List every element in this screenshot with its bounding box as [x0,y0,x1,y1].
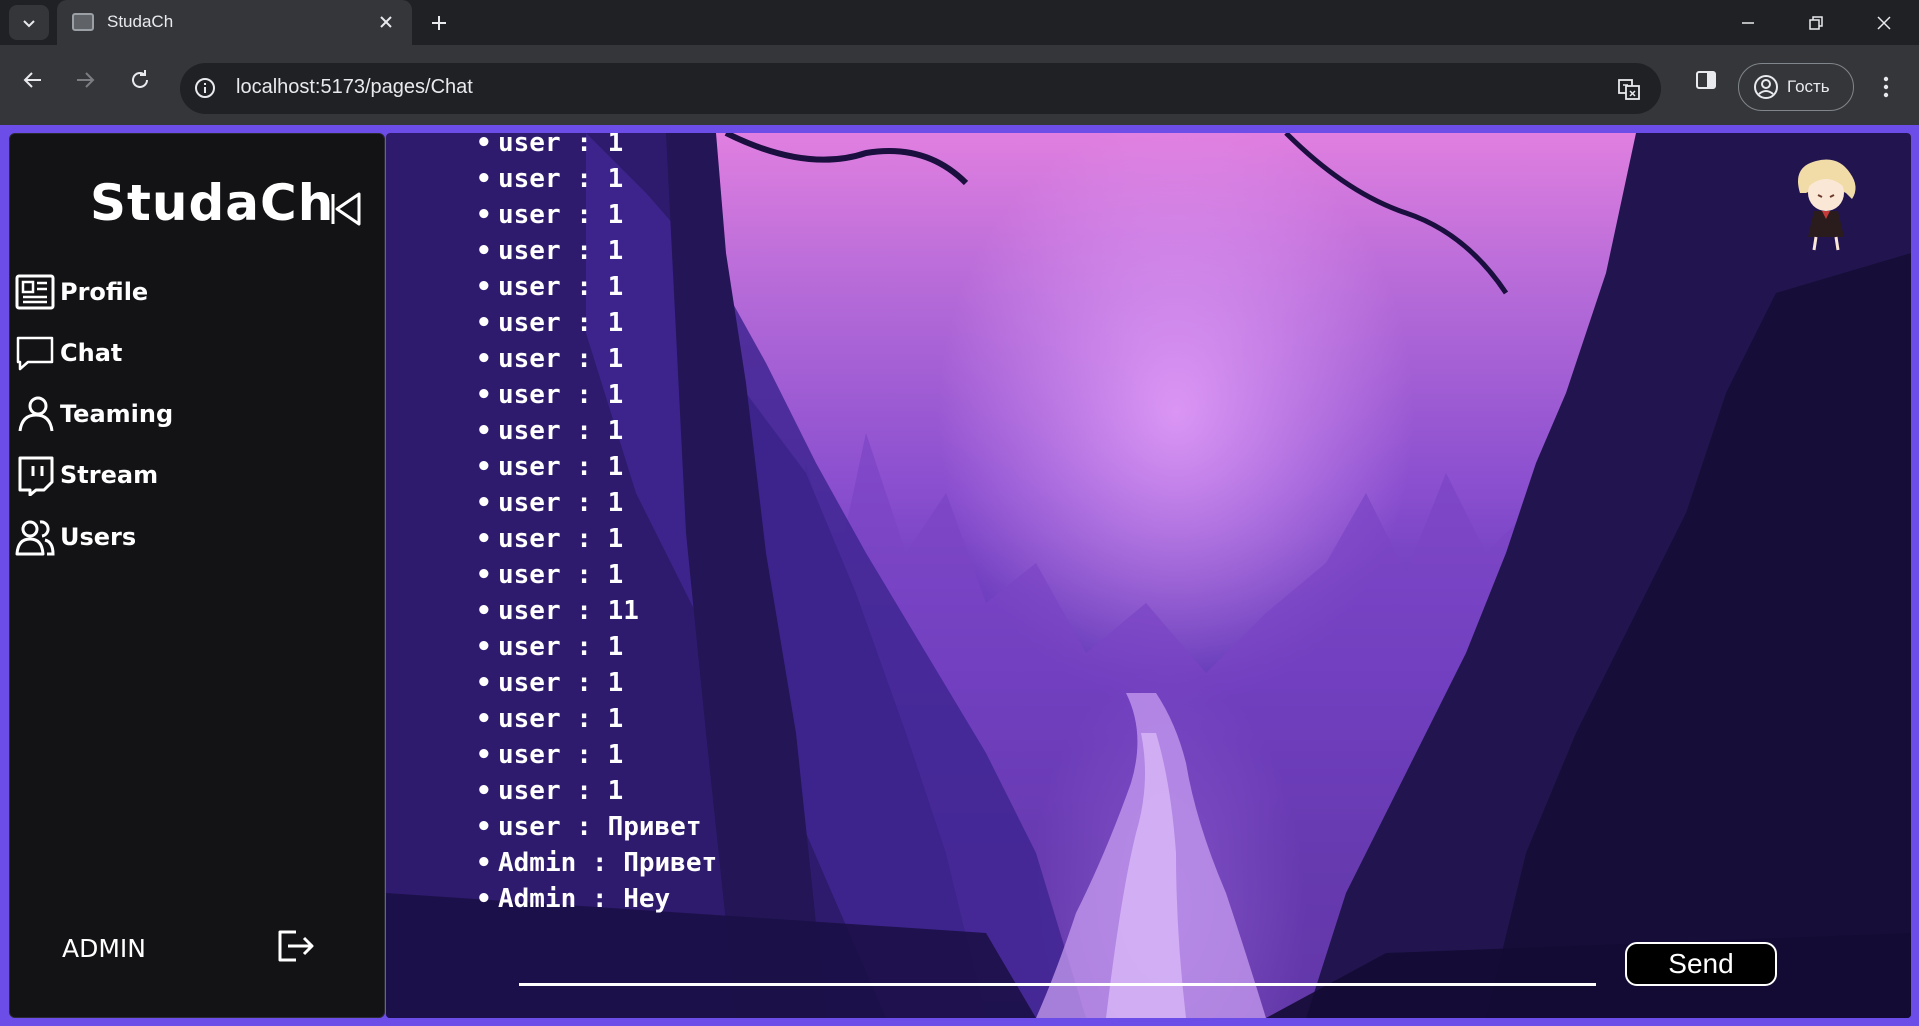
browser-tab-bar: StudaCh [0,0,1919,45]
chat-message: user : 1 [476,377,1176,413]
message-input[interactable] [519,938,1596,986]
chat-message: user : 1 [476,737,1176,773]
translate-icon [1618,79,1640,100]
collapse-sidebar-button[interactable] [328,189,364,229]
close-icon [380,16,392,28]
profile-card-icon [15,274,55,310]
sidebar-item-users[interactable]: Users [14,514,314,560]
chat-message: user : 1 [476,449,1176,485]
send-button[interactable]: Send [1625,942,1777,986]
side-panel-icon [1696,71,1716,89]
stream-icon [18,456,54,496]
more-vertical-icon [1883,76,1889,98]
browser-tab[interactable]: StudaCh [57,0,412,45]
chat-message: user : 11 [476,593,1176,629]
browser-toolbar: localhost:5173/pages/Chat Гость [0,45,1919,125]
chat-message: user : 1 [476,629,1176,665]
chat-message: user : 1 [476,485,1176,521]
app-logo: StudaCh [90,174,335,232]
chat-message: user : 1 [476,161,1176,197]
chat-message: user : 1 [476,133,1176,161]
chevron-down-icon [23,19,35,27]
chat-message: user : 1 [476,341,1176,377]
chat-message: user : 1 [476,269,1176,305]
chat-message: user : 1 [476,197,1176,233]
restore-button[interactable] [1783,0,1849,45]
sidebar-item-label: Teaming [60,400,174,428]
translate-button[interactable] [1615,75,1643,103]
chat-message: user : 1 [476,773,1176,809]
profile-button[interactable]: Гость [1738,63,1854,111]
message-list: user : 1 user : 1 user : 1 user : 1 user… [476,133,1176,917]
close-window-button[interactable] [1851,0,1917,45]
reload-button[interactable] [122,62,158,98]
close-icon [1877,15,1891,30]
skip-back-icon [331,192,361,226]
restore-icon [1809,15,1823,30]
chat-panel: user : 1 user : 1 user : 1 user : 1 user… [386,133,1911,1018]
logout-button[interactable] [272,924,316,968]
minimize-button[interactable] [1715,0,1781,45]
side-panel-button[interactable] [1688,62,1724,98]
favicon-icon [72,13,94,31]
sidebar-item-profile[interactable]: Profile [14,269,314,315]
tab-title: StudaCh [107,12,174,31]
chat-message: user : 1 [476,557,1176,593]
users-icon [15,520,55,556]
chat-message: user : 1 [476,305,1176,341]
profile-label: Гость [1787,77,1830,96]
sidebar-item-label: Profile [60,278,149,306]
chat-message: Admin : Привет [476,845,1176,881]
chat-message: user : Привет [476,809,1176,845]
sidebar: StudaCh Profile Chat Teaming Stream User… [9,133,385,1018]
arrow-left-icon [23,72,41,88]
sidebar-item-chat[interactable]: Chat [14,330,314,376]
chat-message: user : 1 [476,665,1176,701]
sidebar-item-label: Users [60,523,137,551]
close-tab-button[interactable] [374,10,398,34]
person-icon [18,396,54,432]
sidebar-item-label: Stream [60,461,159,489]
chat-message: user : 1 [476,521,1176,557]
plus-icon [432,16,446,30]
site-info-button[interactable] [192,75,218,101]
account-circle-icon [1754,75,1778,99]
chat-message: user : 1 [476,233,1176,269]
forward-button[interactable] [67,62,103,98]
page-viewport: StudaCh Profile Chat Teaming Stream User… [0,125,1919,1026]
sidebar-item-stream[interactable]: Stream [14,452,314,498]
url-text[interactable]: localhost:5173/pages/Chat [236,76,473,99]
chat-message: Admin : Hey [476,881,1176,917]
chat-bubble-icon [16,336,54,371]
new-tab-button[interactable] [423,7,455,39]
arrow-right-icon [77,72,95,88]
minimize-icon [1742,21,1754,24]
chat-message: user : 1 [476,701,1176,737]
sidebar-item-teaming[interactable]: Teaming [14,391,314,437]
browser-menu-button[interactable] [1868,63,1904,111]
info-icon [195,78,215,98]
mascot-image [1798,159,1856,251]
logout-icon [278,930,314,962]
reload-icon [132,70,148,88]
sidebar-item-label: Chat [60,339,123,367]
current-user-name: ADMIN [62,934,146,963]
chat-message: user : 1 [476,413,1176,449]
tab-search-button[interactable] [9,5,49,40]
back-button[interactable] [15,62,51,98]
address-bar[interactable]: localhost:5173/pages/Chat [180,63,1661,114]
